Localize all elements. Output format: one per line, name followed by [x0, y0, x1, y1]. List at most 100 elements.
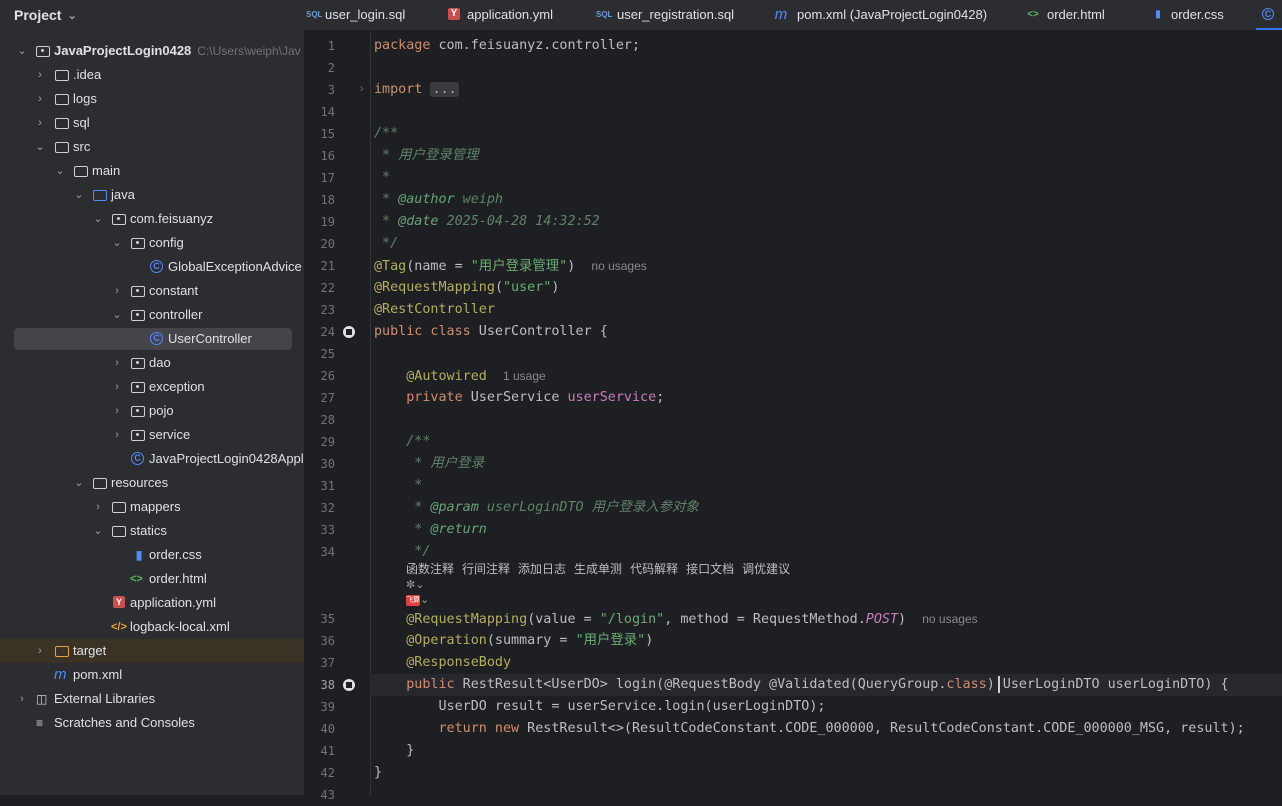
chevron-right-icon[interactable]: ›: [34, 67, 46, 83]
tab-user-registration-sql[interactable]: SQL user_registration.sql: [596, 0, 756, 30]
tree-item-order-css[interactable]: ▮ order.css: [0, 543, 304, 567]
tree-item-config[interactable]: ⌄ config: [0, 231, 304, 255]
code-line: @Tag(name = "用户登录管理") no usages: [374, 259, 647, 274]
tab-user-login-sql[interactable]: SQL user_login.sql: [304, 0, 424, 30]
usages-hint[interactable]: no usages: [922, 612, 977, 626]
action-explain-code[interactable]: 代码解释: [630, 562, 678, 576]
tree-item-java[interactable]: ⌄ java: [0, 183, 304, 207]
tree-item-controller[interactable]: ⌄ controller: [0, 303, 304, 327]
tree-item-pojo[interactable]: › pojo: [0, 399, 304, 423]
chevron-down-icon[interactable]: ⌄: [92, 211, 104, 227]
line-number: 15: [320, 127, 335, 141]
tree-item-label: pom.xml: [73, 667, 123, 682]
tree-item-dao[interactable]: › dao: [0, 351, 304, 375]
line-number: 43: [320, 788, 335, 802]
tree-item-constant[interactable]: › constant: [0, 279, 304, 303]
tree-item-logback-xml[interactable]: </> logback-local.xml: [0, 615, 304, 639]
tree-item-user-controller[interactable]: C UserController: [0, 327, 304, 351]
action-generate-unit-test[interactable]: 生成单测: [574, 562, 622, 576]
tree-item-application-class[interactable]: C JavaProjectLogin0428Appli: [0, 447, 304, 471]
chevron-down-icon[interactable]: ⌄: [16, 43, 28, 59]
chevron-right-icon[interactable]: ›: [92, 499, 104, 515]
tree-item-label: dao: [149, 355, 171, 370]
chevron-down-icon[interactable]: ⌄: [34, 139, 46, 155]
tree-item-src[interactable]: ⌄ src: [0, 135, 304, 159]
plugin-badge-dropdown[interactable]: 飞算⌄: [406, 593, 429, 607]
chevron-down-icon[interactable]: ⌄: [92, 523, 104, 539]
chevron-down-icon[interactable]: ⌄: [73, 475, 85, 491]
ai-assistant-icon: ✼: [406, 579, 416, 591]
tab-order-html[interactable]: <> order.html: [1026, 0, 1136, 30]
chevron-down-icon[interactable]: ⌄: [54, 163, 66, 179]
package-icon: [131, 310, 145, 321]
tree-item-project-root[interactable]: ⌄ JavaProjectLogin0428 C:\Users\weiph\Jav: [0, 39, 304, 63]
tree-item-label: logs: [73, 91, 97, 106]
tree-item-exception[interactable]: › exception: [0, 375, 304, 399]
code-line: package com.feisuanyz.controller;: [374, 38, 641, 53]
line-number: 3: [327, 83, 335, 97]
chevron-down-icon: ⌄: [415, 579, 425, 591]
chevron-right-icon[interactable]: ›: [111, 427, 123, 443]
usages-hint[interactable]: no usages: [591, 259, 646, 273]
chevron-right-icon[interactable]: ›: [34, 643, 46, 659]
bean-gutter-icon[interactable]: [343, 326, 355, 338]
chevron-right-icon[interactable]: ›: [111, 403, 123, 419]
action-function-comment[interactable]: 函数注释: [406, 562, 454, 576]
tree-item-statics[interactable]: ⌄ statics: [0, 519, 304, 543]
tree-item-external-libraries[interactable]: › ◫ External Libraries: [0, 687, 304, 711]
usages-hint[interactable]: 1 usage: [503, 369, 546, 383]
line-number: 39: [320, 700, 335, 714]
chevron-down-icon[interactable]: ⌄: [67, 9, 76, 22]
tree-item-label: java: [111, 187, 135, 202]
line-number: 23: [320, 303, 335, 317]
folded-imports[interactable]: ...: [430, 82, 459, 97]
tree-item-pom[interactable]: m pom.xml: [0, 663, 304, 687]
tree-item-order-html[interactable]: <> order.html: [0, 567, 304, 591]
tree-item-scratches[interactable]: ≡ Scratches and Consoles: [0, 711, 304, 735]
yaml-file-icon: Y: [113, 596, 125, 608]
tab-pom-xml[interactable]: m pom.xml (JavaProjectLogin0428): [774, 0, 994, 30]
action-inline-comment[interactable]: 行间注释: [462, 562, 510, 576]
chevron-right-icon[interactable]: ›: [34, 115, 46, 131]
tree-item-idea[interactable]: › .idea: [0, 63, 304, 87]
tree-item-application-yml[interactable]: Y application.yml: [0, 591, 304, 615]
tab-application-yml[interactable]: Y application.yml: [446, 0, 576, 30]
tab-user-controller-active[interactable]: C: [1256, 0, 1282, 30]
fold-expand-icon[interactable]: ›: [360, 83, 364, 95]
tree-item-global-exception-advice[interactable]: C GlobalExceptionAdvice: [0, 255, 304, 279]
code-editor[interactable]: package com.feisuanyz.controller; import…: [370, 31, 1282, 795]
chevron-right-icon[interactable]: ›: [111, 283, 123, 299]
code-line: @RestController: [374, 302, 495, 317]
editor-gutter[interactable]: 1 2 3 › 14 15 16 17 18 19 20 21 22 23 24…: [304, 31, 370, 802]
ai-assistant-dropdown[interactable]: ✼⌄: [406, 578, 424, 592]
chevron-down-icon[interactable]: ⌄: [73, 187, 85, 203]
editor-tab-bar: SQL user_login.sql Y application.yml SQL…: [304, 0, 1282, 31]
endpoint-gutter-icon[interactable]: [343, 679, 355, 691]
tree-item-sql[interactable]: › sql: [0, 111, 304, 135]
action-add-log[interactable]: 添加日志: [518, 562, 566, 576]
action-optimize-suggest[interactable]: 调优建议: [742, 562, 790, 576]
tree-item-mappers[interactable]: › mappers: [0, 495, 304, 519]
chevron-right-icon[interactable]: ›: [34, 91, 46, 107]
tab-order-css[interactable]: ▮ order.css: [1150, 0, 1250, 30]
chevron-down-icon[interactable]: ⌄: [111, 307, 123, 323]
line-number: 2: [327, 61, 335, 75]
chevron-right-icon[interactable]: ›: [111, 379, 123, 395]
tree-item-label: pojo: [149, 403, 174, 418]
tab-label: user_login.sql: [325, 7, 406, 22]
tree-item-package[interactable]: ⌄ com.feisuanyz: [0, 207, 304, 231]
tree-item-main[interactable]: ⌄ main: [0, 159, 304, 183]
tree-item-service[interactable]: › service: [0, 423, 304, 447]
code-line: * @author weiph: [374, 192, 503, 207]
package-icon: [131, 286, 145, 297]
chevron-down-icon[interactable]: ⌄: [111, 235, 123, 251]
chevron-right-icon[interactable]: ›: [16, 691, 28, 707]
project-view-header[interactable]: Project ⌄: [0, 0, 304, 30]
tree-item-label: mappers: [130, 499, 181, 514]
code-line: *: [406, 478, 423, 493]
tree-item-resources[interactable]: ⌄ resources: [0, 471, 304, 495]
tree-item-target[interactable]: › target: [0, 639, 304, 663]
chevron-right-icon[interactable]: ›: [111, 355, 123, 371]
action-api-doc[interactable]: 接口文档: [686, 562, 734, 576]
tree-item-logs[interactable]: › logs: [0, 87, 304, 111]
